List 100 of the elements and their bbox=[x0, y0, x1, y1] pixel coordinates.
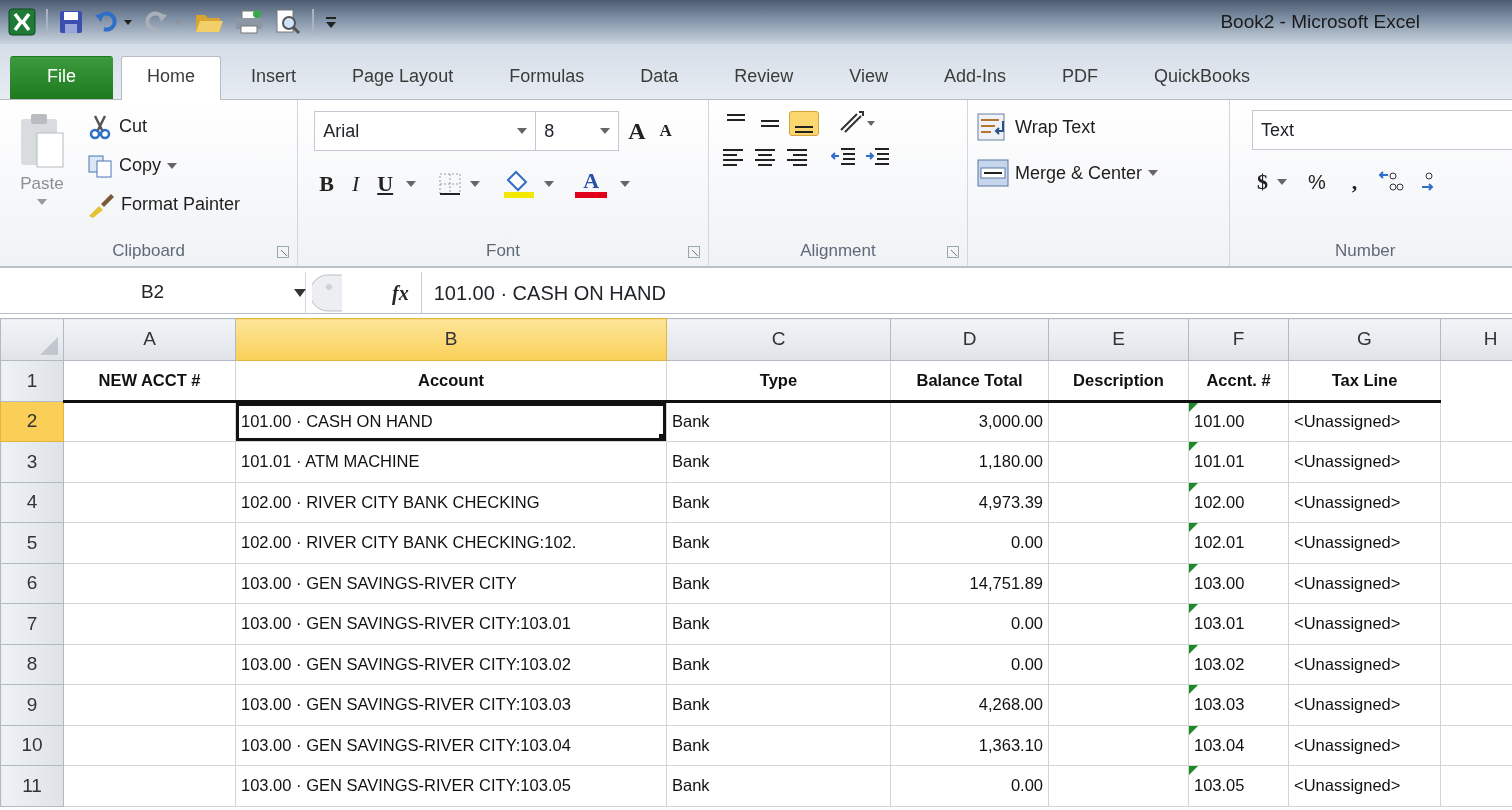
insert-function-button[interactable]: fx bbox=[342, 272, 422, 313]
bottom-align-button[interactable] bbox=[788, 110, 819, 136]
shrink-font-button[interactable]: A bbox=[654, 115, 677, 147]
dialog-launcher-icon[interactable] bbox=[947, 246, 959, 258]
row-header[interactable]: 8 bbox=[0, 644, 64, 685]
dialog-launcher-icon[interactable] bbox=[277, 246, 290, 258]
wrap-text-button[interactable]: Wrap Text bbox=[972, 110, 1221, 144]
column-header[interactable]: E bbox=[1048, 318, 1189, 361]
error-indicator-icon[interactable] bbox=[1189, 402, 1198, 412]
row-header[interactable]: 7 bbox=[0, 603, 64, 644]
table-cell: 103.00 · GEN SAVINGS-RIVER CITY:103.05 bbox=[235, 765, 667, 806]
ribbon-tab[interactable]: Review bbox=[708, 56, 820, 99]
window-title: Book2 - Microsoft Excel bbox=[1220, 9, 1420, 34]
align-right-icon[interactable] bbox=[784, 147, 809, 167]
merge-center-button[interactable]: Merge & Center bbox=[972, 156, 1221, 190]
caret-icon bbox=[470, 180, 481, 187]
table-cell: 0.00 bbox=[890, 522, 1049, 563]
row-header[interactable]: 6 bbox=[0, 563, 64, 604]
increase-decimal-icon[interactable] bbox=[1378, 169, 1405, 194]
table-cell: 101.01 · ATM MACHINE bbox=[235, 441, 667, 482]
ribbon-tab[interactable]: View bbox=[823, 56, 914, 99]
table-cell: 103.05 bbox=[1188, 765, 1289, 806]
excel-logo-icon[interactable] bbox=[8, 8, 36, 36]
formula-field[interactable]: 101.00 · CASH ON HAND bbox=[421, 277, 666, 308]
table-cell: 102.00 · RIVER CITY BANK CHECKING:102. bbox=[235, 522, 667, 563]
percent-button[interactable]: % bbox=[1303, 163, 1331, 200]
table-cell: Bank bbox=[666, 684, 891, 725]
active-cell[interactable]: 101.00 · CASH ON HAND bbox=[235, 401, 667, 442]
caret-icon[interactable] bbox=[294, 288, 306, 297]
dialog-launcher-icon[interactable] bbox=[687, 246, 700, 258]
splitter-handle-icon[interactable] bbox=[312, 272, 342, 313]
table-cell: 101.00 bbox=[1188, 401, 1289, 442]
table-cell: 14,751.89 bbox=[890, 563, 1049, 604]
caret-icon bbox=[1277, 178, 1287, 185]
table-cell: 103.00 · GEN SAVINGS-RIVER CITY:103.02 bbox=[235, 644, 667, 685]
table-cell: 103.04 bbox=[1188, 725, 1289, 766]
row-header[interactable]: 11 bbox=[0, 765, 64, 806]
row-header[interactable]: 3 bbox=[0, 441, 64, 482]
row-header[interactable]: 5 bbox=[0, 522, 64, 563]
copy-button[interactable]: Copy bbox=[82, 149, 246, 182]
table-cell: 102.00 · RIVER CITY BANK CHECKING bbox=[235, 482, 667, 523]
ribbon-tab[interactable]: Data bbox=[614, 56, 705, 99]
ribbon-tab[interactable]: Page Layout bbox=[326, 56, 480, 99]
column-header[interactable]: H bbox=[1440, 318, 1512, 361]
table-cell: 103.00 · GEN SAVINGS-RIVER CITY bbox=[235, 563, 667, 604]
bold-button[interactable]: B bbox=[314, 164, 339, 203]
table-cell: 103.00 · GEN SAVINGS-RIVER CITY:103.01 bbox=[235, 603, 667, 644]
column-header[interactable]: F bbox=[1188, 318, 1289, 361]
file-menu-tab[interactable]: File bbox=[10, 56, 113, 99]
table-cell: <Unassigned> bbox=[1288, 401, 1441, 442]
italic-button[interactable]: I bbox=[346, 164, 365, 203]
table-cell: Balance Total bbox=[890, 360, 1049, 401]
merge-cells-icon bbox=[977, 159, 1009, 187]
row-header[interactable]: 9 bbox=[0, 684, 64, 725]
align-center-icon[interactable] bbox=[752, 147, 777, 167]
ribbon-tab[interactable]: Insert bbox=[225, 56, 323, 99]
group-label: Font bbox=[486, 240, 521, 263]
printer-icon[interactable] bbox=[234, 9, 264, 35]
number-format-field[interactable]: Text bbox=[1252, 110, 1512, 150]
row-header[interactable]: 1 bbox=[0, 360, 64, 401]
column-header[interactable]: B bbox=[235, 318, 667, 361]
ribbon-tab[interactable]: Formulas bbox=[483, 56, 611, 99]
table-cell: 4,973.39 bbox=[890, 482, 1049, 523]
ribbon-tab[interactable]: Home bbox=[121, 56, 222, 100]
print-preview-icon[interactable] bbox=[274, 8, 302, 36]
cut-button[interactable]: Cut bbox=[82, 110, 246, 143]
save-icon[interactable] bbox=[58, 9, 84, 35]
table-cell: <Unassigned> bbox=[1288, 441, 1441, 482]
table-cell: 101.01 bbox=[1188, 441, 1289, 482]
comma-style-button[interactable]: , bbox=[1346, 162, 1363, 201]
borders-icon[interactable] bbox=[438, 171, 463, 196]
fill-color-icon[interactable] bbox=[502, 169, 537, 198]
ribbon-tab[interactable]: PDF bbox=[1036, 56, 1124, 99]
format-painter-button[interactable]: Format Painter bbox=[82, 188, 246, 221]
top-align-icon bbox=[726, 113, 745, 121]
font-color-button[interactable]: A bbox=[570, 166, 613, 201]
row-header[interactable]: 10 bbox=[0, 725, 64, 766]
decrease-indent-icon[interactable] bbox=[830, 146, 857, 168]
grow-font-button[interactable]: A bbox=[623, 110, 651, 152]
table-cell: 103.02 bbox=[1188, 644, 1289, 685]
column-header[interactable]: A bbox=[63, 318, 236, 361]
ribbon-tab[interactable]: Add-Ins bbox=[917, 56, 1032, 99]
align-left-icon[interactable] bbox=[720, 147, 745, 167]
table-cell: Bank bbox=[666, 522, 891, 563]
font-size-field[interactable]: 8 bbox=[535, 111, 620, 151]
font-name-field[interactable]: Arial bbox=[314, 111, 537, 151]
currency-button[interactable]: $ bbox=[1252, 162, 1273, 201]
row-header[interactable]: 2 bbox=[0, 401, 64, 442]
table-cell: Bank bbox=[666, 482, 891, 523]
column-header[interactable]: C bbox=[666, 318, 891, 361]
table-cell: 103.00 · GEN SAVINGS-RIVER CITY:103.03 bbox=[235, 684, 667, 725]
increase-indent-icon[interactable] bbox=[864, 146, 891, 168]
column-header[interactable]: D bbox=[890, 318, 1049, 361]
table-cell: Bank bbox=[666, 563, 891, 604]
fill-handle[interactable] bbox=[659, 434, 666, 441]
row-header[interactable]: 4 bbox=[0, 482, 64, 523]
column-header[interactable]: G bbox=[1288, 318, 1441, 361]
table-cell: Bank bbox=[666, 725, 891, 766]
ribbon-tab[interactable]: QuickBooks bbox=[1128, 56, 1277, 99]
underline-button[interactable]: U bbox=[372, 164, 399, 203]
